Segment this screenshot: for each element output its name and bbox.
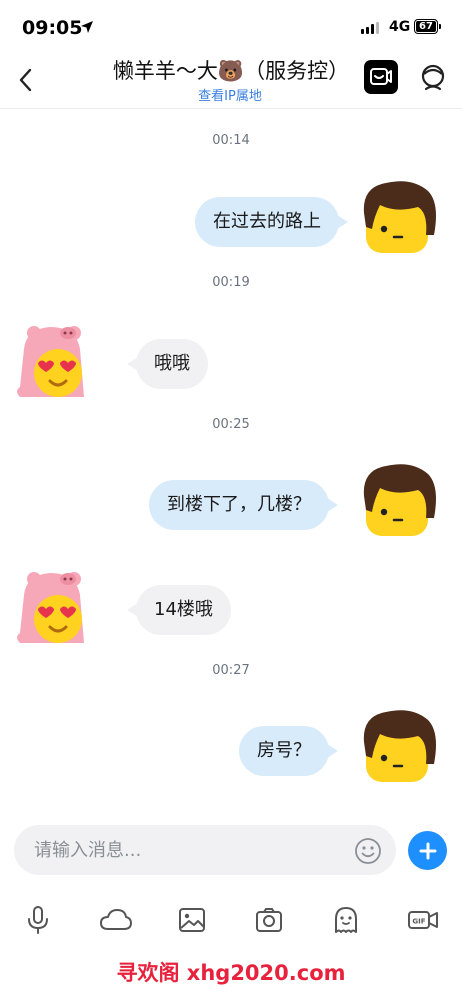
- microphone-icon: [28, 906, 48, 934]
- cloud-button[interactable]: [96, 902, 136, 938]
- message-timestamp: 00:14: [212, 133, 250, 148]
- outgoing-message[interactable]: 在过去的路上: [195, 197, 348, 247]
- message-composer: [0, 818, 462, 884]
- voice-button[interactable]: [18, 902, 58, 938]
- location-arrow-icon: [81, 21, 93, 33]
- battery-icon: 67: [414, 19, 438, 34]
- profile-icon[interactable]: [418, 63, 448, 93]
- photo-button[interactable]: [172, 902, 212, 938]
- status-bar: 09:05 4G 67: [0, 0, 462, 52]
- video-call-button[interactable]: [364, 60, 398, 94]
- incoming-message[interactable]: 14楼哦: [127, 585, 231, 635]
- incoming-message[interactable]: 哦哦: [127, 339, 208, 389]
- gif-video-icon: GIF: [408, 911, 438, 929]
- battery-level: 67: [416, 21, 436, 32]
- plus-icon: [419, 842, 436, 859]
- chat-header: 懒羊羊～大🐻（服务控） 查看IP属地: [0, 52, 462, 109]
- message-timestamp: 00:27: [212, 663, 250, 678]
- watermark-text: 寻欢阁 xhg2020.com: [116, 961, 346, 985]
- gif-video-button[interactable]: GIF: [403, 902, 443, 938]
- battery-tip: [439, 24, 441, 29]
- my-avatar[interactable]: [356, 177, 440, 261]
- sticker-icon: [335, 907, 357, 933]
- network-type: 4G: [389, 19, 411, 35]
- image-icon: [179, 908, 205, 932]
- cloud-icon: [100, 909, 132, 930]
- contact-avatar[interactable]: [10, 565, 94, 649]
- message-input[interactable]: [14, 825, 396, 875]
- svg-text:GIF: GIF: [412, 918, 425, 926]
- sticker-button[interactable]: [326, 902, 366, 938]
- message-timestamp: 00:19: [212, 275, 250, 290]
- my-avatar[interactable]: [356, 460, 440, 544]
- contact-avatar[interactable]: [10, 319, 94, 403]
- emoji-icon[interactable]: [354, 837, 382, 865]
- status-time: 09:05: [22, 17, 83, 39]
- message-timestamp: 00:25: [212, 417, 250, 432]
- chat-title: 懒羊羊～大🐻（服务控）: [112, 59, 350, 83]
- view-ip-location-link[interactable]: 查看IP属地: [180, 85, 280, 104]
- my-avatar[interactable]: [356, 706, 440, 790]
- camera-button[interactable]: [249, 902, 289, 938]
- video-call-icon: [370, 68, 392, 85]
- bottom-toolbar: GIF: [0, 892, 462, 948]
- back-arrow-icon[interactable]: [16, 66, 36, 94]
- camera-icon: [256, 908, 282, 932]
- message-list[interactable]: 00:14 在过去的路上 00:19 哦哦 00:25 到楼下了，几楼？ 14楼…: [0, 109, 462, 817]
- outgoing-message[interactable]: 到楼下了，几楼？: [149, 480, 338, 530]
- cellular-signal-icon: [361, 22, 379, 34]
- outgoing-message[interactable]: 房号？: [239, 726, 338, 776]
- add-attachment-button[interactable]: [408, 831, 447, 870]
